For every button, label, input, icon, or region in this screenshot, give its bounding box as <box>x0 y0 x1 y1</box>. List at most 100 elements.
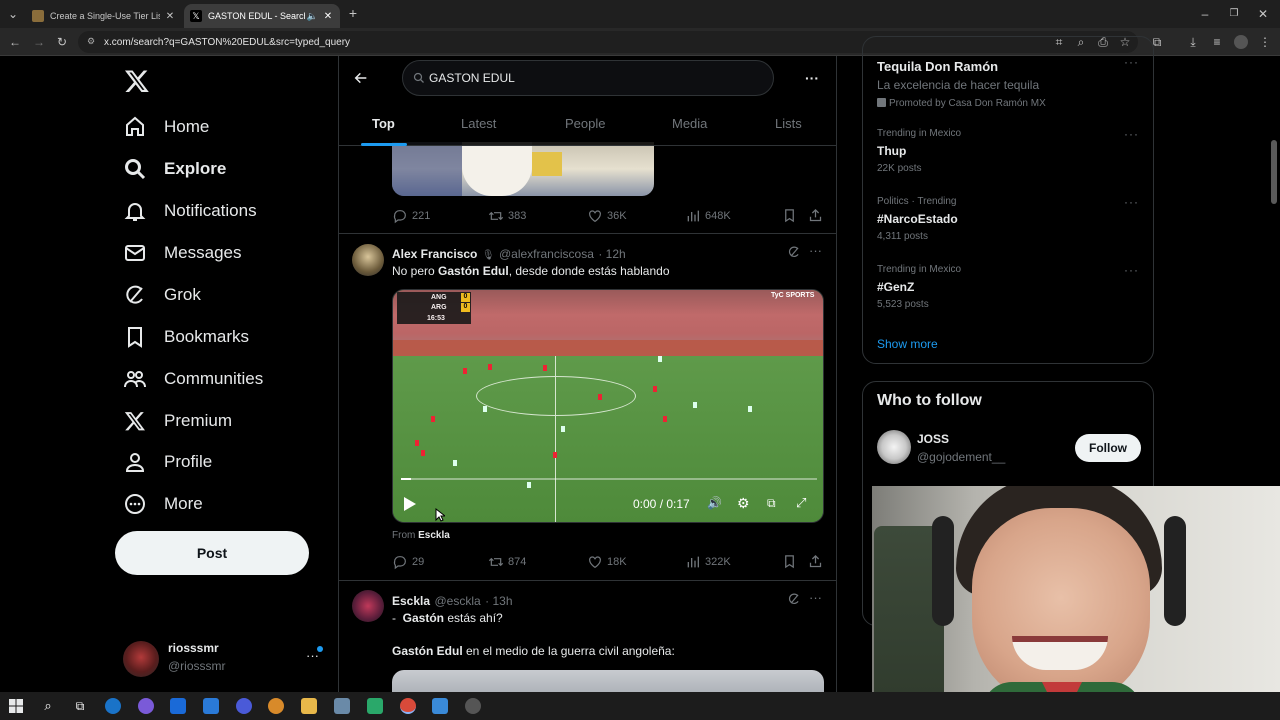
app-icon[interactable] <box>367 698 383 714</box>
avatar[interactable] <box>352 590 384 622</box>
bookmark-button[interactable] <box>782 554 797 569</box>
profile-avatar-icon[interactable] <box>1234 35 1248 49</box>
ad-title[interactable]: Tequila Don Ramón <box>877 59 998 74</box>
restore-icon[interactable]: ❐ <box>1227 7 1241 21</box>
file-explorer-icon[interactable] <box>301 698 317 714</box>
avatar[interactable] <box>352 244 384 276</box>
tweet-time[interactable]: · 12h <box>598 247 625 261</box>
video-progress-bar[interactable] <box>401 478 817 480</box>
video-player[interactable]: ANG ARG 0 0 16:53 TyC SPORTS 0:00 / 0:17… <box>392 289 824 523</box>
tweet-time[interactable]: · 13h <box>485 594 512 608</box>
tab-latest[interactable]: Latest <box>461 116 496 131</box>
tweet-more-icon[interactable]: ··· <box>809 590 822 605</box>
download-icon[interactable]: ⤓ <box>1186 35 1200 49</box>
nav-profile[interactable]: Profile <box>118 441 212 483</box>
minimize-icon[interactable]: – <box>1198 7 1212 21</box>
speaker-icon[interactable]: 🔈 <box>307 11 318 22</box>
chrome-icon[interactable] <box>400 698 416 714</box>
author-handle[interactable]: @esckla <box>435 594 481 608</box>
views-button[interactable]: 322K <box>685 554 731 570</box>
account-switcher[interactable]: riosssmr @riosssmr ··· <box>123 640 323 680</box>
nav-messages[interactable]: Messages <box>118 232 241 274</box>
nav-bookmarks[interactable]: Bookmarks <box>118 316 249 358</box>
bookmark-button[interactable] <box>782 208 797 223</box>
chrome-menu-icon[interactable]: ⋮ <box>1258 35 1272 49</box>
nav-explore[interactable]: Explore <box>118 148 226 190</box>
back-arrow-icon[interactable] <box>353 70 369 86</box>
follow-button[interactable]: Follow <box>1075 434 1141 462</box>
edge-icon[interactable] <box>105 698 121 714</box>
trend-more-icon[interactable]: ··· <box>1124 263 1139 277</box>
follow-user-handle[interactable]: @gojodement__ <box>917 450 1005 464</box>
x-logo-icon[interactable] <box>124 68 150 94</box>
nav-grok[interactable]: Grok <box>118 274 201 316</box>
nav-notifications[interactable]: Notifications <box>118 190 257 232</box>
nav-more[interactable]: More <box>118 483 203 525</box>
task-view-icon[interactable]: ⧉ <box>72 698 88 714</box>
reply-button[interactable]: 29 <box>392 554 424 570</box>
close-tab-icon[interactable]: ✕ <box>164 11 176 22</box>
settings-gear-icon[interactable]: ⚙ <box>737 495 750 512</box>
author-name[interactable]: Alex Francisco <box>392 247 477 261</box>
window-close-icon[interactable]: ✕ <box>1256 7 1270 21</box>
like-button[interactable]: 18K <box>587 554 627 570</box>
app-icon[interactable] <box>432 698 448 714</box>
reply-button[interactable]: 221 <box>392 208 430 224</box>
tab-media[interactable]: Media <box>672 116 707 131</box>
nav-premium[interactable]: Premium <box>118 400 232 442</box>
page-scrollbar[interactable] <box>1271 140 1277 204</box>
trend-name[interactable]: Thup <box>877 144 906 158</box>
show-more-link[interactable]: Show more <box>877 337 938 351</box>
tab-lists[interactable]: Lists <box>775 116 802 131</box>
copilot-icon[interactable] <box>138 698 154 714</box>
app-icon[interactable] <box>465 698 481 714</box>
mail-app-icon[interactable] <box>170 698 186 714</box>
nav-home[interactable]: Home <box>118 106 209 148</box>
app-icon[interactable] <box>236 698 252 714</box>
trend-name[interactable]: #GenZ <box>877 280 914 294</box>
tab-top[interactable]: Top <box>372 116 395 131</box>
trend-more-icon[interactable]: ··· <box>1124 195 1139 209</box>
notepad-icon[interactable] <box>334 698 350 714</box>
share-button[interactable] <box>808 554 823 569</box>
repost-button[interactable]: 383 <box>488 208 526 224</box>
follow-user-name[interactable]: JOSS <box>917 432 949 446</box>
windows-start-icon[interactable] <box>8 698 24 714</box>
play-icon[interactable] <box>403 496 417 512</box>
grok-explain-icon[interactable] <box>787 592 801 606</box>
grok-explain-icon[interactable] <box>787 245 801 259</box>
media-control-icon[interactable]: ≡ <box>1210 35 1224 49</box>
app-icon[interactable] <box>268 698 284 714</box>
taskbar-search-icon[interactable]: ⌕ <box>40 698 56 714</box>
trend-name[interactable]: #NarcoEstado <box>877 212 958 226</box>
store-icon[interactable] <box>203 698 219 714</box>
avatar[interactable] <box>877 430 911 464</box>
picture-in-picture-icon[interactable]: ⧉ <box>767 496 776 511</box>
tweet-media-image[interactable] <box>392 670 824 692</box>
trend-more-icon[interactable]: ··· <box>1124 127 1139 141</box>
author-handle[interactable]: @alexfranciscosa <box>499 247 594 261</box>
browser-tab-tierlist[interactable]: Create a Single-Use Tier List (Fr ✕ <box>26 4 182 28</box>
tab-people[interactable]: People <box>565 116 605 131</box>
tweet-media-image[interactable] <box>392 142 654 196</box>
volume-icon[interactable]: 🔊 <box>707 496 722 510</box>
post-button[interactable]: Post <box>115 531 309 575</box>
like-button[interactable]: 36K <box>587 208 627 224</box>
site-info-icon[interactable]: ⚙ <box>87 36 97 47</box>
reload-icon[interactable]: ↻ <box>55 35 69 49</box>
forward-icon[interactable]: → <box>32 35 46 49</box>
nav-communities[interactable]: Communities <box>118 358 263 400</box>
back-icon[interactable]: ← <box>8 35 22 49</box>
tab-search-icon[interactable]: ⌄ <box>6 7 20 21</box>
new-tab-button[interactable]: + <box>346 6 360 20</box>
tweet-more-icon[interactable]: ··· <box>809 243 822 258</box>
repost-button[interactable]: 874 <box>488 554 526 570</box>
close-tab-icon[interactable]: ✕ <box>322 11 334 22</box>
search-more-icon[interactable]: ··· <box>805 70 819 86</box>
from-source-link[interactable]: Esckla <box>418 530 450 541</box>
fullscreen-icon[interactable]: ⤢ <box>796 495 806 511</box>
author-name[interactable]: Esckla <box>392 594 430 608</box>
browser-tab-search[interactable]: 𝕏 GASTON EDUL - Search / X 🔈 ✕ <box>184 4 340 28</box>
ad-more-icon[interactable]: ··· <box>1124 55 1139 69</box>
views-button[interactable]: 648K <box>685 208 731 224</box>
